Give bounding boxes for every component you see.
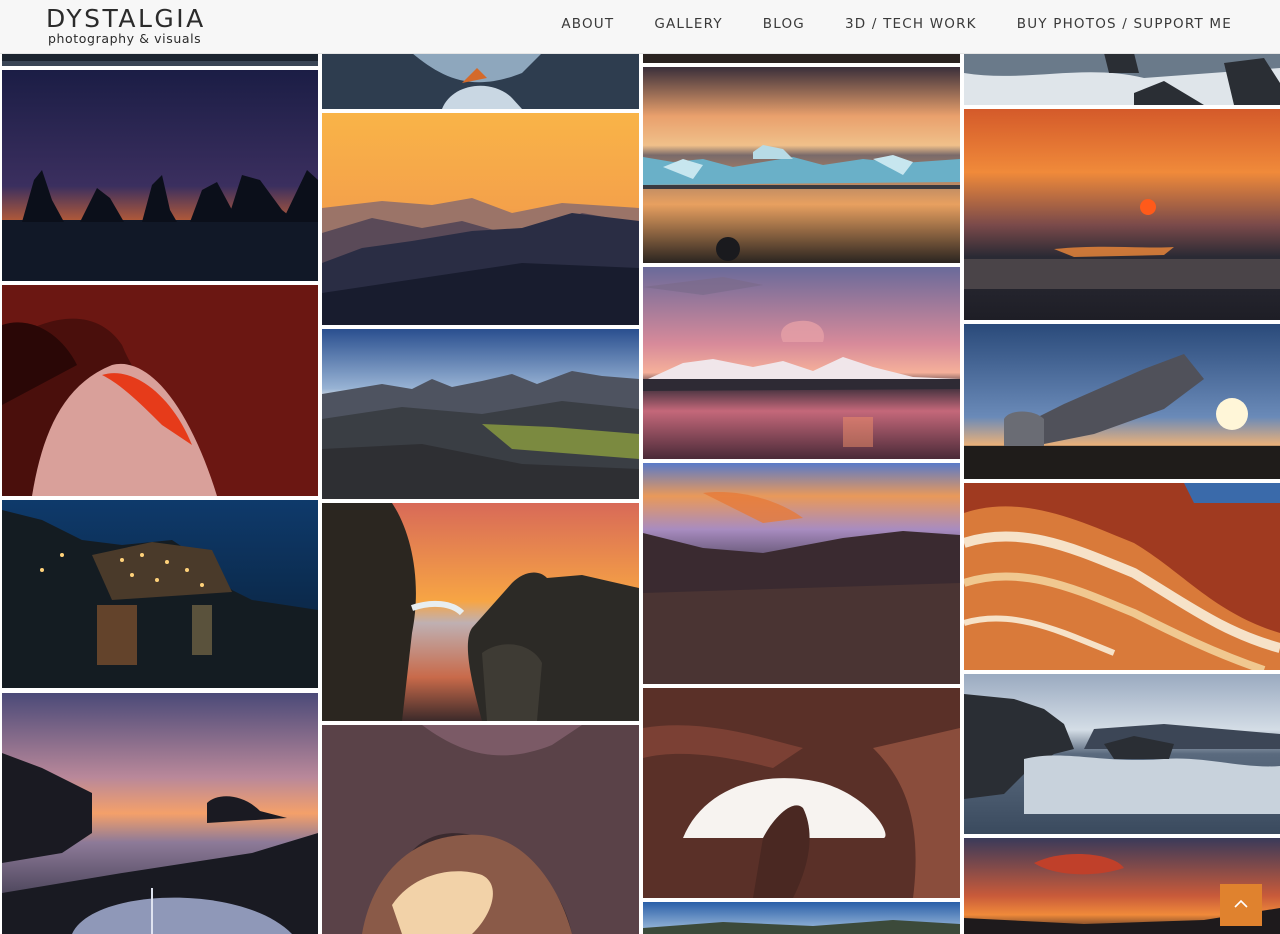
- sea-stacks-sunset-photo[interactable]: [2, 70, 318, 281]
- coast-dusk-boat-photo[interactable]: [2, 693, 318, 934]
- stormy-sea-photo[interactable]: [964, 674, 1280, 834]
- volcanic-desert-sunset-photo[interactable]: [643, 463, 960, 684]
- logo-title: DYSTALGIA: [46, 4, 206, 33]
- slot-canyon-red-photo[interactable]: [2, 285, 318, 496]
- scroll-to-top-button[interactable]: [1220, 884, 1262, 926]
- highland-mountains-photo[interactable]: [322, 329, 639, 499]
- glacier-lagoon-photo-top[interactable]: [643, 53, 960, 63]
- ice-shore-photo[interactable]: [322, 53, 639, 109]
- nav-3d-tech-work[interactable]: 3D / TECH WORK: [845, 16, 977, 32]
- pink-mountain-beach-photo[interactable]: [643, 267, 960, 459]
- golden-mountain-haze-photo[interactable]: [322, 113, 639, 325]
- sea-stacks-partial-photo[interactable]: [2, 53, 318, 66]
- coastal-village-night-photo[interactable]: [2, 500, 318, 688]
- site-header: DYSTALGIA photography & visuals ABOUT GA…: [0, 0, 1280, 54]
- nav-about[interactable]: ABOUT: [561, 16, 614, 32]
- nav-buy-photos-support[interactable]: BUY PHOTOS / SUPPORT ME: [1017, 16, 1232, 32]
- logo-subtitle: photography & visuals: [48, 31, 202, 46]
- sunset-sun-beach-photo[interactable]: [964, 109, 1280, 320]
- chevron-up-icon: [1234, 896, 1248, 914]
- antelope-canyon-photo[interactable]: [643, 688, 960, 898]
- site-logo[interactable]: DYSTALGIA photography & visuals: [46, 5, 206, 46]
- glacier-lagoon-sunset-photo[interactable]: [643, 67, 960, 263]
- canyon-arch-glow-photo[interactable]: [322, 725, 639, 934]
- nav-gallery[interactable]: GALLERY: [654, 16, 722, 32]
- plane-wreck-sunset-photo[interactable]: [964, 324, 1280, 479]
- wave-rock-formation-photo[interactable]: [964, 483, 1280, 670]
- blue-sky-valley-photo[interactable]: [643, 902, 960, 934]
- photo-gallery: [0, 0, 1280, 934]
- surf-rocks-photo[interactable]: [964, 53, 1280, 105]
- main-nav: ABOUT GALLERY BLOG 3D / TECH WORK BUY PH…: [521, 16, 1232, 32]
- rocky-coast-sunset-photo[interactable]: [322, 503, 639, 721]
- nav-blog[interactable]: BLOG: [763, 16, 805, 32]
